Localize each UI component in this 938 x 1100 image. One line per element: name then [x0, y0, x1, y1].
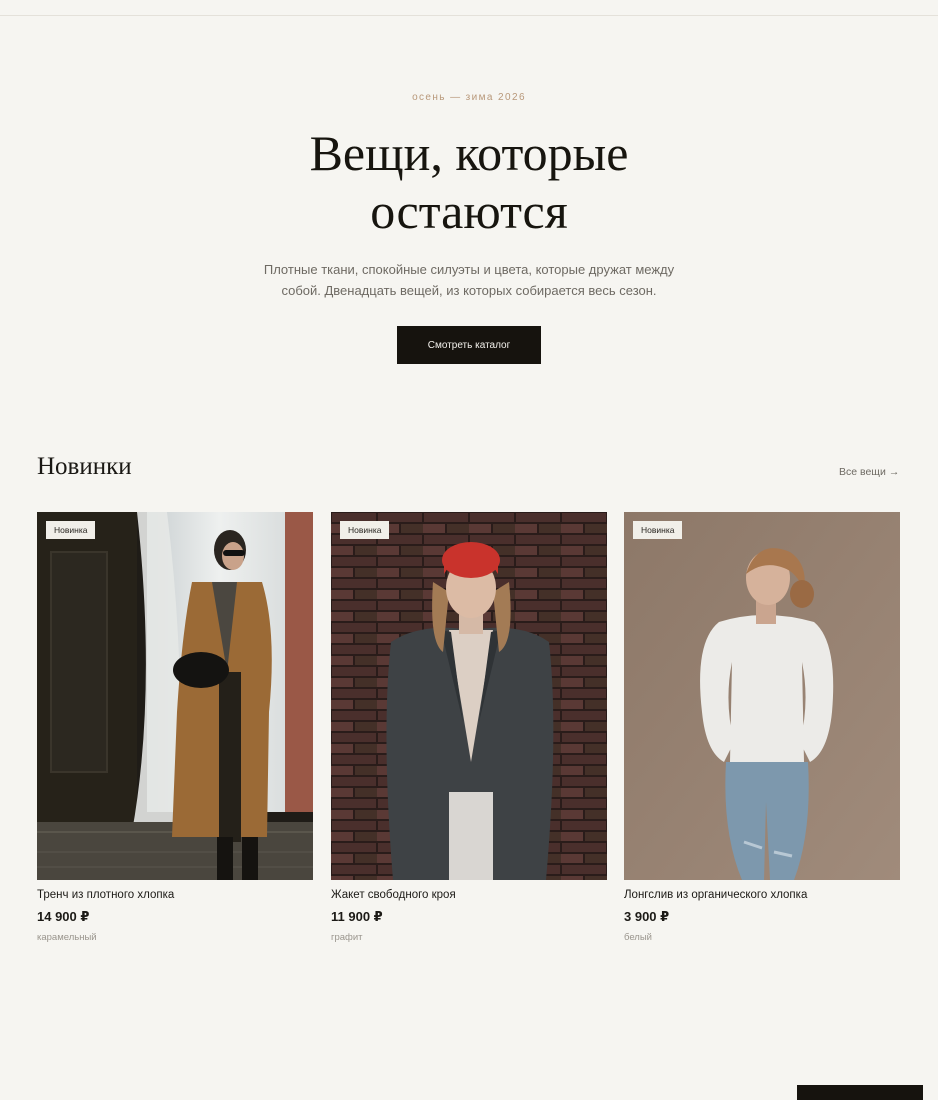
- product-price: 14 900 ₽: [37, 909, 90, 924]
- product-photo-jacket: [331, 512, 607, 880]
- product-price: 3 900 ₽: [624, 909, 670, 924]
- product-image[interactable]: Новинка: [37, 512, 313, 880]
- product-price: 11 900 ₽: [331, 909, 383, 924]
- product-card[interactable]: Новинка Жакет свободного кроя 11 900 ₽ г…: [331, 512, 607, 943]
- product-image[interactable]: Новинка: [624, 512, 900, 880]
- hero-title-line-1: Вещи, которые: [309, 125, 629, 181]
- arrow-right-icon: →: [888, 466, 900, 478]
- season-eyebrow: осень — зима 2026: [412, 92, 526, 103]
- product-color: белый: [624, 932, 652, 943]
- hero-title-line-2: остаются: [370, 183, 568, 239]
- product-image[interactable]: Новинка: [331, 512, 607, 880]
- hero-subtitle: Плотные ткани, спокойные силуэты и цвета…: [263, 262, 675, 298]
- view-catalog-button[interactable]: Смотреть каталог: [397, 326, 541, 364]
- product-card[interactable]: Новинка Тренч из плотного хлопка 14 900 …: [37, 512, 313, 943]
- product-name[interactable]: Лонгслив из органического хлопка: [624, 889, 807, 901]
- product-name[interactable]: Тренч из плотного хлопка: [37, 889, 174, 901]
- new-badge: Новинка: [633, 521, 683, 539]
- new-badge: Новинка: [46, 521, 96, 539]
- new-badge: Новинка: [340, 521, 390, 539]
- product-name[interactable]: Жакет свободного кроя: [331, 889, 456, 901]
- all-items-label: Все вещи: [839, 466, 886, 478]
- product-card[interactable]: Новинка Лонгслив из органического хлопка…: [624, 512, 900, 943]
- floating-action-button[interactable]: [797, 1085, 923, 1100]
- header-divider: [0, 15, 938, 16]
- product-photo-trench: [37, 512, 313, 880]
- product-color: карамельный: [37, 932, 97, 943]
- product-color: графит: [331, 932, 363, 943]
- hero-title: Вещи, которые остаются: [219, 124, 719, 240]
- all-items-link[interactable]: Все вещи →: [839, 466, 899, 478]
- section-title: Новинки: [37, 453, 132, 480]
- product-photo-longsleeve: [624, 512, 900, 880]
